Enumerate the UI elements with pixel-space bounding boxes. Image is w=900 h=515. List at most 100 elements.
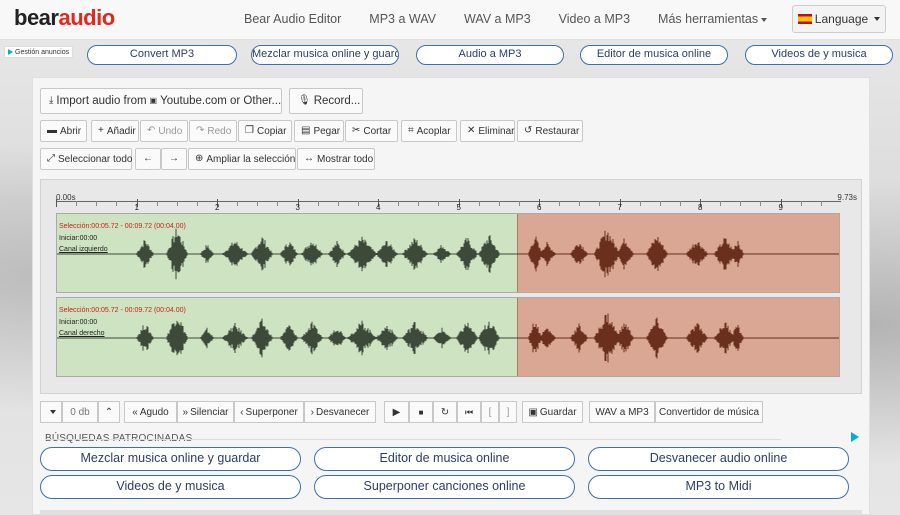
- zoom-in-icon: ⊕: [195, 153, 204, 164]
- cut-button[interactable]: ✂ Cortar: [345, 120, 398, 142]
- ruler-tick-label: 1: [134, 203, 139, 212]
- chevron-down-icon: [49, 410, 56, 414]
- download-icon: ⤓: [49, 95, 54, 106]
- scissors-icon: ✂: [352, 125, 361, 136]
- ad-link-videos[interactable]: Videos de y musica: [745, 45, 893, 65]
- ad-link-editor[interactable]: Editor de musica online: [580, 45, 728, 65]
- restore-icon: ↺: [524, 125, 533, 136]
- channel-label: Canal izquierdo: [59, 246, 108, 253]
- ruler-tick: [740, 201, 742, 206]
- crop-icon: ⌗: [408, 125, 414, 136]
- treble-button[interactable]: «Agudo: [124, 401, 177, 423]
- nav-mas-herramientas[interactable]: Más herramientas: [644, 0, 781, 40]
- plus-icon: +: [98, 125, 104, 136]
- mark-start-button[interactable]: [: [481, 401, 499, 423]
- ruler-tick-label: 6: [537, 203, 542, 212]
- play-button[interactable]: ▶: [384, 401, 409, 423]
- waveform-editor[interactable]: 0.00s 9.73s 123456789 Selección:00:05.72…: [40, 179, 862, 394]
- ruler-tick-label: 8: [698, 203, 703, 212]
- loop-button[interactable]: ↻: [433, 401, 457, 423]
- divider: [45, 439, 781, 440]
- adchoices-icon[interactable]: [851, 432, 859, 442]
- gain-down-button[interactable]: [40, 401, 62, 423]
- ruler-tick: [418, 201, 420, 206]
- open-button[interactable]: ▬ Abrir: [40, 120, 87, 142]
- copy-button[interactable]: ❐ Copiar: [238, 120, 292, 142]
- ad-link-mezclar[interactable]: Mezclar musica online y guardar: [251, 45, 399, 65]
- restore-button[interactable]: ↺ Restaurar: [517, 120, 583, 142]
- fade-button[interactable]: › Desvanecer: [304, 401, 376, 423]
- start-info: Iniciar:00:00: [59, 235, 98, 242]
- sponsored-link-desvanecer[interactable]: Desvanecer audio online: [588, 447, 849, 471]
- redo-icon: ↷: [196, 125, 205, 136]
- sponsored-link-videos[interactable]: Videos de y musica: [40, 475, 301, 499]
- ruler-line: [56, 201, 841, 202]
- folder-icon: ▬: [47, 125, 57, 136]
- fit-width-icon: ↔: [304, 153, 314, 164]
- caret-down-icon: [874, 17, 881, 21]
- save-button[interactable]: ▣ Guardar: [522, 401, 583, 423]
- nav-wav-a-mp3[interactable]: WAV a MP3: [450, 0, 545, 40]
- delete-button[interactable]: ✕ Eliminar: [460, 120, 515, 142]
- double-chevron-down-icon: »: [182, 406, 189, 418]
- rewind-button[interactable]: ⏮: [457, 401, 481, 423]
- editor-panel: ⤓ Import audio from ▣ Youtube.com or Oth…: [32, 77, 870, 515]
- expand-icon: ⤢: [47, 153, 55, 164]
- main-nav: Bear Audio Editor MP3 a WAV WAV a MP3 Vi…: [230, 0, 781, 40]
- ruler-tick: [257, 201, 259, 206]
- ruler-tick: [518, 201, 520, 206]
- nav-mp3-a-wav[interactable]: MP3 a WAV: [355, 0, 450, 40]
- ruler-tick: [639, 201, 641, 206]
- mark-end-button[interactable]: ]: [499, 401, 517, 423]
- sponsored-link-mp3-midi[interactable]: MP3 to Midi: [588, 475, 849, 499]
- track-right-channel[interactable]: Selección:00:05.72 - 00:09.72 (00:04.00)…: [56, 297, 840, 377]
- ruler-tick: [800, 201, 802, 206]
- nav-bear-audio-editor[interactable]: Bear Audio Editor: [230, 0, 355, 40]
- channel-label: Canal derecho: [59, 330, 105, 337]
- show-all-button[interactable]: ↔ Mostrar todo: [297, 148, 375, 170]
- microphone-icon: 🎙: [298, 95, 311, 106]
- ruler-tick: [478, 201, 480, 206]
- logo[interactable]: bearaudio: [14, 5, 115, 31]
- move-left-button[interactable]: ←: [135, 148, 161, 170]
- double-chevron-up-icon: «: [132, 406, 138, 418]
- mute-button[interactable]: » Silenciar: [177, 401, 234, 423]
- record-button[interactable]: 🎙 Record...: [289, 88, 363, 114]
- ruler-tick: [679, 201, 681, 206]
- ruler-tick: [599, 201, 601, 206]
- bracket-left-icon: [: [488, 406, 492, 418]
- crop-button[interactable]: ⌗ Acoplar: [401, 120, 457, 142]
- ruler-tick: [559, 201, 561, 206]
- redo-button[interactable]: ↷ Redo: [189, 120, 237, 142]
- undo-button[interactable]: ↶ Undo: [140, 120, 188, 142]
- import-audio-button[interactable]: ⤓ Import audio from ▣ Youtube.com or Oth…: [40, 88, 282, 114]
- wav-to-mp3-button[interactable]: WAV a MP3: [589, 401, 655, 423]
- nav-video-a-mp3[interactable]: Video a MP3: [545, 0, 644, 40]
- sponsored-link-editor[interactable]: Editor de musica online: [314, 447, 575, 471]
- ruler-tick: [398, 201, 400, 206]
- ruler-tick: [317, 201, 319, 206]
- ruler-tick: [237, 201, 239, 206]
- add-button[interactable]: + Añadir: [91, 120, 139, 142]
- top-navbar: bearaudio Bear Audio Editor MP3 a WAV WA…: [0, 0, 900, 40]
- track-left-channel[interactable]: Selección:00:05.72 - 00:09.72 (00:04.00)…: [56, 213, 840, 293]
- overlay-button[interactable]: ‹ Superponer: [234, 401, 304, 423]
- ruler-tick: [659, 201, 661, 206]
- sponsored-link-mezclar[interactable]: Mezclar musica online y guardar: [40, 447, 301, 471]
- gain-up-button[interactable]: ⌃: [98, 401, 120, 423]
- ruler-tick-label: 3: [295, 203, 300, 212]
- select-all-button[interactable]: ⤢ Seleccionar todo: [40, 148, 133, 170]
- ad-link-audio-mp3[interactable]: Audio a MP3: [416, 45, 564, 65]
- music-converter-button[interactable]: Convertidor de música: [655, 401, 763, 423]
- ruler-tick-label: 4: [376, 203, 381, 212]
- ad-choices-badge[interactable]: Gestión anuncios: [4, 46, 74, 58]
- paste-button[interactable]: ▤ Pegar: [294, 120, 344, 142]
- move-right-button[interactable]: →: [161, 148, 187, 170]
- ruler-tick: [438, 201, 440, 206]
- chevron-right-icon: ›: [310, 406, 314, 418]
- stop-button[interactable]: ■: [409, 401, 433, 423]
- ad-link-convert-mp3[interactable]: Convert MP3: [87, 45, 237, 65]
- sponsored-link-superponer[interactable]: Superponer canciones online: [314, 475, 575, 499]
- language-dropdown[interactable]: Language: [792, 5, 886, 33]
- zoom-selection-button[interactable]: ⊕ Ampliar la selección: [188, 148, 296, 170]
